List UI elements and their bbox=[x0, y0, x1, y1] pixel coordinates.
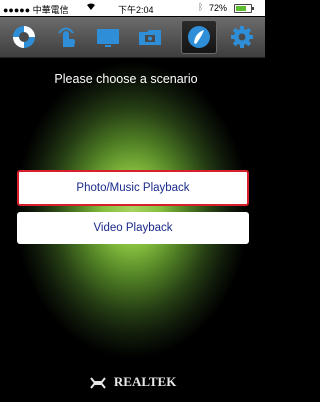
toolbar-media-button[interactable] bbox=[132, 20, 168, 54]
media-folder-icon bbox=[137, 24, 163, 50]
realtek-logo: REALTEK bbox=[0, 374, 265, 390]
crab-logo-icon bbox=[89, 374, 114, 389]
brand-name: REALTEK bbox=[113, 374, 177, 389]
status-time: 下午2:04 bbox=[118, 5, 154, 15]
toolbar-control-button[interactable] bbox=[48, 20, 84, 54]
lifebuoy-icon bbox=[11, 24, 37, 50]
photo-music-playback-button[interactable]: Photo/Music Playback bbox=[17, 170, 249, 206]
toolbar-scenario-button[interactable] bbox=[181, 20, 217, 54]
option-label: Video Playback bbox=[93, 222, 173, 234]
scenario-prompt: Please choose a scenario bbox=[54, 72, 198, 86]
wifi-icon bbox=[86, 2, 96, 13]
carrier-label: ●●●●● 中華電信 bbox=[3, 5, 69, 15]
display-icon bbox=[95, 24, 121, 50]
gear-icon bbox=[229, 24, 255, 50]
toolbar-display-button[interactable] bbox=[90, 20, 126, 54]
status-bar: ●●●●● 中華電信 下午2:04 ᛒ 72% bbox=[0, 0, 265, 16]
video-playback-button[interactable]: Video Playback bbox=[17, 212, 249, 244]
option-label: Photo/Music Playback bbox=[76, 182, 190, 194]
phone-screen: ●●●●● 中華電信 下午2:04 ᛒ 72% Please choose a … bbox=[0, 0, 265, 402]
battery-percent: 72% bbox=[209, 3, 228, 13]
toolbar-help-button[interactable] bbox=[6, 20, 42, 54]
scenario-icon bbox=[186, 24, 212, 50]
tap-finger-icon bbox=[53, 24, 79, 50]
battery-icon bbox=[234, 4, 254, 13]
toolbar-settings-button[interactable] bbox=[224, 20, 260, 54]
bluetooth-icon: ᛒ bbox=[198, 2, 204, 12]
top-toolbar bbox=[0, 17, 265, 58]
